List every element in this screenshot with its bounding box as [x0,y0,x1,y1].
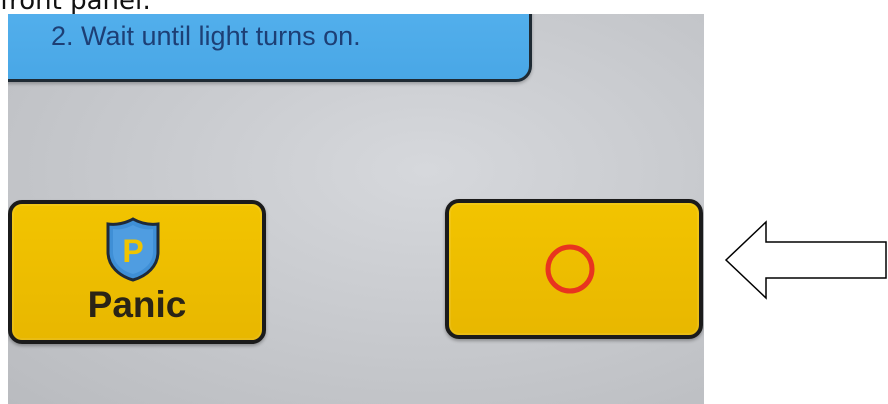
device-panel-photo: 2. Wait until light turns on. P Panic [8,14,704,404]
shield-letter: P [122,233,143,269]
instruction-text: 2. Wait until light turns on. [51,21,361,51]
shield-p-icon: P [106,217,160,282]
power-button[interactable] [445,199,703,339]
caption-text: front panel: [0,0,152,16]
page: front panel: 2. Wait until light turns o… [0,0,888,404]
left-arrow-icon [724,220,887,300]
panic-label: Panic [87,284,187,325]
instruction-box: 2. Wait until light turns on. [8,14,532,82]
panic-button[interactable]: P Panic [8,200,266,344]
power-ring-icon [545,244,595,294]
